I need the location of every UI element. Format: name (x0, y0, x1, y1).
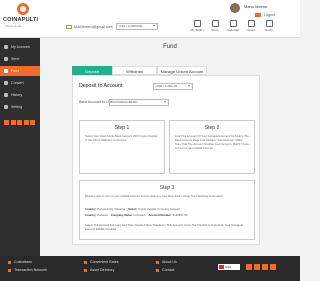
sidebar-item-convert[interactable]: Convert (0, 78, 40, 88)
calendar-icon (229, 20, 237, 27)
company-value: Coinapult (133, 213, 146, 217)
step2-description: Link This Account Of Your Coinapult Acco… (175, 134, 249, 150)
deposit-panel: Deposit to Account USD / LUSD-25 Bank Ac… (72, 75, 260, 245)
tab-deposit[interactable]: Deposit (72, 66, 112, 75)
step1-description: Select Your Cash Mode Bank Account With … (85, 134, 157, 142)
sidebar-item-send[interactable]: Send (0, 54, 40, 64)
bullet-icon (84, 268, 87, 272)
mail-icon (66, 25, 72, 29)
step2-box: Step 2 Link This Account Of Your Coinapu… (169, 120, 255, 174)
top-icon-about[interactable]: About (242, 20, 260, 32)
step1-box: Step 1 Select Your Cash Mode Bank Accoun… (79, 120, 165, 174)
brand-tagline: bitcoin & fiat (5, 24, 22, 28)
step1-title: Step 1 (114, 125, 130, 131)
step3-title: Step 3 (159, 185, 175, 191)
history-icon (4, 93, 8, 97)
account-number-value: 9120897-56 (172, 213, 188, 217)
footer-link-contact[interactable]: Contact (156, 268, 174, 272)
about-icon (247, 20, 255, 27)
country2-value: Panama (97, 213, 108, 217)
sidebar-item-history[interactable]: History (0, 90, 40, 100)
sidebar: My Account Send Fund Convert History Set… (0, 38, 40, 256)
footer-link-asset-directory[interactable]: Asset Directory (84, 268, 114, 272)
top-icon-store[interactable]: Store (206, 20, 224, 32)
logo-icon (17, 3, 29, 15)
logout-icon[interactable] (255, 13, 261, 17)
email-text: Mail.lmeeru@gmail.com (74, 25, 113, 29)
language-select[interactable]: USA (218, 264, 240, 270)
sidebar-item-fund[interactable]: Fund (0, 66, 40, 76)
convert-icon (4, 81, 8, 85)
linkedin-icon[interactable] (270, 264, 276, 270)
facebook-icon[interactable] (246, 264, 252, 270)
rss-icon[interactable] (30, 120, 35, 125)
deposit-currency-select[interactable]: USD / LUSD-25 (153, 83, 193, 90)
brand-name: COINAPULTI (3, 17, 39, 23)
store-icon (211, 20, 219, 27)
step3-description: Please Login In Your Crypto Capital Acco… (85, 194, 224, 198)
avatar[interactable] (230, 3, 240, 13)
sidebar-social-links (4, 120, 37, 125)
page-title: Fund (163, 44, 177, 50)
country1-value: Panama City, Panama (97, 207, 126, 211)
currency-select[interactable]: USD / LUSDUSD (116, 23, 158, 30)
deposit-title: Deposit to Account (79, 83, 123, 89)
notify-icon (265, 20, 273, 27)
account-icon (4, 45, 8, 49)
top-icon-calendar[interactable]: Calendar (224, 20, 242, 32)
footer: Custodians Transaction Network Convenien… (0, 256, 300, 281)
footer-link-transaction-network[interactable]: Transaction Network (8, 268, 47, 272)
fund-icon (4, 69, 8, 73)
facebook-icon[interactable] (4, 120, 9, 125)
footer-link-about-us[interactable]: About Us (156, 260, 177, 264)
step2-title: Step 2 (204, 125, 220, 131)
brand-logo[interactable]: COINAPULTI bitcoin & fiat (3, 3, 43, 33)
tab-manage-linked-account[interactable]: Manage Linked Account (157, 66, 207, 75)
step3-row-1: Country: Panama City, Panama Select: Cry… (85, 207, 180, 211)
app-window: COINAPULTI bitcoin & fiat Mail.lmeeru@gm… (0, 0, 300, 281)
bullet-icon (8, 268, 11, 272)
wallet-icon (193, 20, 201, 27)
footer-link-custodians[interactable]: Custodians (8, 260, 32, 264)
bullet-icon (84, 260, 87, 264)
main-content: Fund Deposit Withdraw Manage Linked Acco… (40, 38, 300, 256)
logout-link[interactable]: Logout (264, 13, 275, 17)
send-icon (4, 57, 8, 61)
top-header: COINAPULTI bitcoin & fiat Mail.lmeeru@gm… (0, 0, 300, 38)
twitter-icon[interactable] (254, 264, 260, 270)
footer-link-convenient-rates[interactable]: Convenient Rates (84, 260, 119, 264)
google-plus-icon[interactable] (262, 264, 268, 270)
user-name[interactable]: Mano Meenu (244, 4, 267, 9)
sidebar-item-setting[interactable]: Setting (0, 102, 40, 112)
step3-row-2: Country: Panama Company Name: Coinapult … (85, 213, 188, 217)
bullet-icon (156, 268, 159, 272)
tab-withdraw[interactable]: Withdraw (112, 66, 157, 75)
linkedin-icon[interactable] (23, 120, 29, 125)
account-email: Mail.lmeeru@gmail.com (66, 23, 113, 31)
select1-value: Crypto Capital, Company Account (138, 207, 180, 211)
sidebar-item-my-account[interactable]: My Account (0, 42, 40, 52)
fund-tabs: Deposit Withdraw Manage Linked Account (72, 66, 207, 75)
bullet-icon (8, 260, 11, 264)
top-icon-bar: My Wallet Store Calendar About Notify (188, 20, 278, 32)
google-plus-icon[interactable] (17, 120, 22, 125)
settings-icon (4, 105, 8, 109)
step3-footer-note: Select The Account Currency And Then Cre… (85, 223, 243, 231)
twitter-icon[interactable] (10, 120, 16, 125)
bank-account-label: Bank Account to Use (79, 100, 113, 104)
bullet-icon (156, 260, 159, 264)
top-icon-notify[interactable]: Notify (260, 20, 278, 32)
top-icon-wallet[interactable]: My Wallet (188, 20, 206, 32)
step3-box: Step 3 Please Login In Your Crypto Capit… (79, 180, 255, 240)
bank-account-select[interactable]: XCVMM2LGBK001 (109, 99, 169, 106)
